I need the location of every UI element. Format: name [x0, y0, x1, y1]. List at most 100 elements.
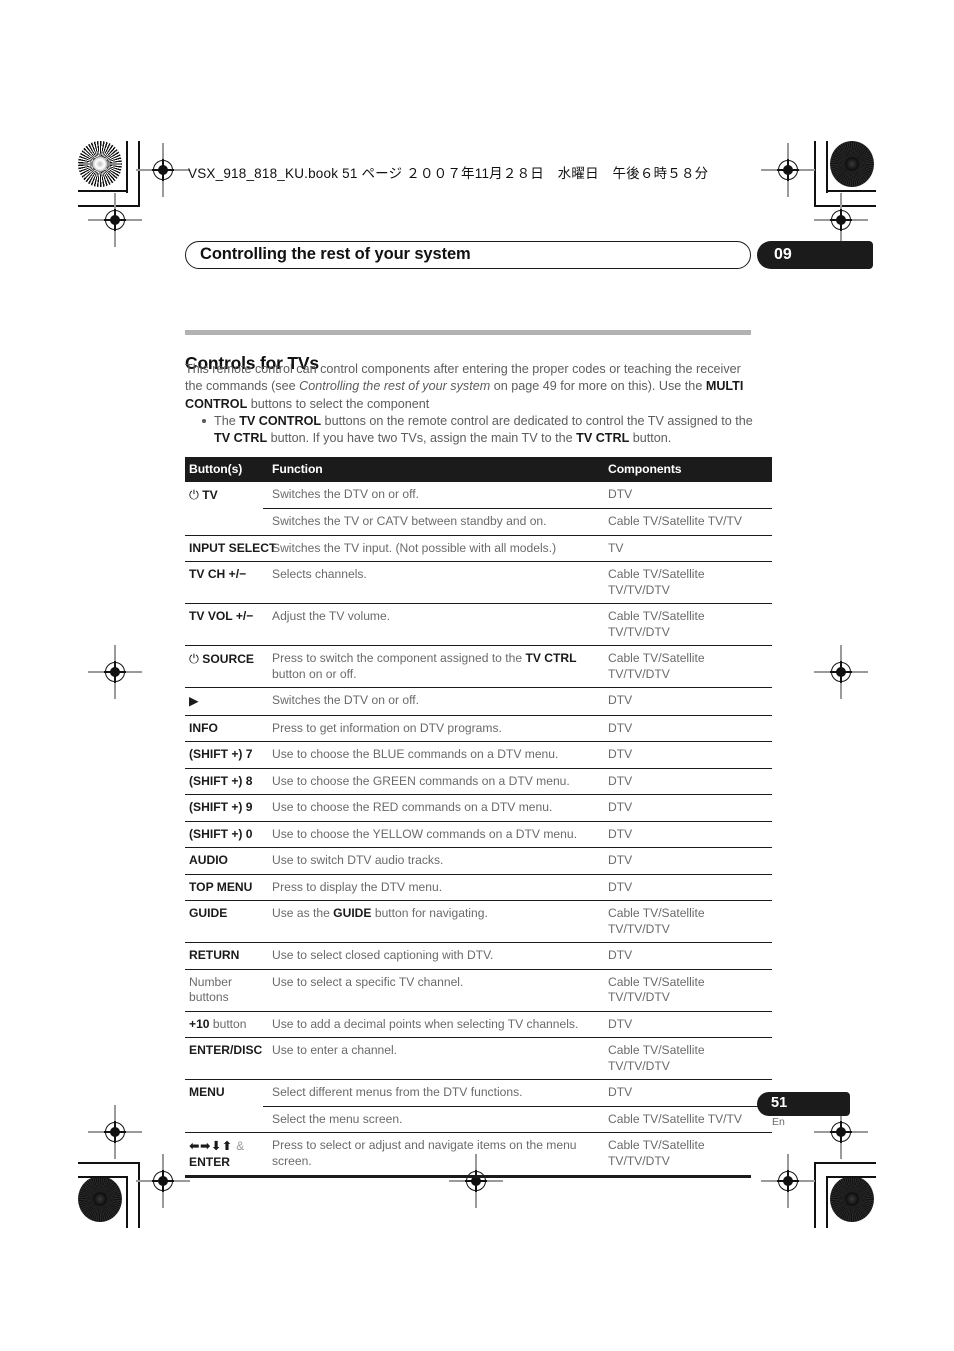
- registration-target-top-right: [761, 143, 815, 197]
- chapter-number-pill: 09: [757, 241, 873, 269]
- page-number-pill: 51: [757, 1092, 850, 1116]
- table-row: (SHIFT +) 0 Use to choose the YELLOW comm…: [185, 820, 772, 848]
- table-body: ⏻ TV Switches the DTV on or off. DTV Switc…: [185, 481, 772, 1175]
- table-row: ⏻ TV Switches the DTV on or off. DTV: [185, 481, 772, 509]
- tv-controls-table: Button(s) Function Components ⏻ TV Switch…: [185, 457, 772, 1175]
- chapter-title: Controlling the rest of your system: [200, 245, 471, 263]
- chapter-number: 09: [774, 246, 792, 263]
- cell-function: Press to get information on DTV programs…: [263, 714, 600, 742]
- cell-function: Switches the TV or CATV between standby …: [263, 508, 600, 535]
- column-header-function: Function: [263, 457, 600, 482]
- cell-components: DTV: [600, 1010, 772, 1038]
- cell-components: DTV: [600, 767, 772, 795]
- cell-components: Cable TV/Satellite TV/TV/DTV: [600, 1037, 772, 1080]
- table-row: +10 button Use to add a decimal points wh…: [185, 1010, 772, 1038]
- table-bottom-rule: [185, 1175, 751, 1178]
- cell-button: (SHIFT +) 7: [185, 741, 263, 768]
- crop-mark-br-h: [826, 1176, 876, 1178]
- bullet-text: The TV CONTROL buttons on the remote con…: [214, 414, 753, 446]
- table-row: ⬅➡⬇⬆ & ENTER Press to select or adjust and…: [185, 1132, 772, 1175]
- cell-function: Use to enter a channel.: [263, 1037, 600, 1080]
- crop-mark-br-v2: [814, 1162, 816, 1228]
- cell-function: Press to display the DTV menu.: [263, 873, 600, 901]
- cell-button: AUDIO: [185, 847, 263, 874]
- crop-mark-br-h2: [814, 1162, 876, 1164]
- cell-components: Cable TV/Satellite TV/TV/DTV: [600, 968, 772, 1011]
- cell-function: Press to switch the component assigned t…: [263, 645, 600, 688]
- cell-function: Select different menus from the DTV func…: [263, 1079, 600, 1106]
- cell-components: DTV: [600, 847, 772, 874]
- cell-components: DTV: [600, 687, 772, 715]
- table-row: Select the menu screen. Cable TV/Satellit…: [185, 1105, 772, 1133]
- crop-mark-tr-v2: [814, 141, 816, 207]
- cell-button: ⏻ SOURCE: [185, 645, 263, 688]
- cell-button: ENTER/DISC: [185, 1037, 263, 1080]
- cell-button: INFO: [185, 714, 263, 742]
- cell-button: RETURN: [185, 942, 263, 969]
- cell-components: DTV: [600, 714, 772, 742]
- cell-components: DTV: [600, 942, 772, 969]
- table-row: ⏻ SOURCE Press to switch the component as…: [185, 645, 772, 688]
- cell-function: Use to choose the YELLOW commands on a D…: [263, 820, 600, 848]
- cell-function: Switches the DTV on or off.: [263, 481, 600, 509]
- cell-button: TV VOL +/−: [185, 603, 263, 646]
- section-intro-paragraph: This remote control can control componen…: [185, 362, 744, 411]
- corner-rosette-top-right: [830, 141, 874, 187]
- registration-target-bottom-right: [761, 1154, 815, 1208]
- table-row: MENU Select different menus from the DTV …: [185, 1079, 772, 1106]
- print-file-header: VSX_918_818_KU.book 51 ページ ２００７年11月２８日 水…: [188, 166, 709, 181]
- section-bullet-list: The TV CONTROL buttons on the remote con…: [200, 413, 756, 448]
- crop-mark-tr-v: [826, 141, 828, 193]
- cell-function: Switches the DTV on or off.: [263, 687, 600, 715]
- cell-components: Cable TV/Satellite TV/TV/DTV: [600, 1132, 772, 1175]
- cell-function: Use to select closed captioning with DTV…: [263, 942, 600, 969]
- registration-target-top-left: [136, 143, 190, 197]
- cell-button: (SHIFT +) 0: [185, 820, 263, 848]
- cell-button: MENU: [185, 1079, 263, 1106]
- table-row: TV CH +/− Selects channels. Cable TV/Satel…: [185, 561, 772, 604]
- crop-mark-tl-h: [78, 190, 128, 192]
- cell-components: DTV: [600, 873, 772, 901]
- cell-button: ⬅➡⬇⬆ & ENTER: [185, 1132, 263, 1175]
- list-item: The TV CONTROL buttons on the remote con…: [200, 413, 756, 448]
- cell-function: Selects channels.: [263, 561, 600, 604]
- cell-components: Cable TV/Satellite TV/TV/DTV: [600, 561, 772, 604]
- cell-components: DTV: [600, 820, 772, 848]
- cell-button: (SHIFT +) 8: [185, 767, 263, 795]
- cell-function: Use to switch DTV audio tracks.: [263, 847, 600, 874]
- cell-button: ▶: [185, 687, 263, 715]
- table-row: INPUT SELECT Switches the TV input. (Not …: [185, 534, 772, 562]
- crop-mark-tr-h2: [814, 205, 876, 207]
- registration-target-lower-left: [88, 1105, 142, 1159]
- table-row: ▶ Switches the DTV on or off. DTV: [185, 687, 772, 715]
- table-row: Number buttons Use to select a specific TV…: [185, 968, 772, 1011]
- cell-button: Number buttons: [185, 968, 263, 1011]
- cell-components: Cable TV/Satellite TV/TV: [600, 1105, 772, 1133]
- cell-function: Use to choose the BLUE commands on a DTV…: [263, 741, 600, 768]
- table-row: (SHIFT +) 7 Use to choose the BLUE comman…: [185, 741, 772, 768]
- crop-mark-tl-v2: [138, 141, 140, 207]
- cell-components: DTV: [600, 481, 772, 509]
- cell-button: INPUT SELECT: [185, 534, 276, 562]
- table-row: INFO Press to get information on DTV prog…: [185, 714, 772, 742]
- crop-mark-tr-h: [826, 190, 876, 192]
- table-row: AUDIO Use to switch DTV audio tracks. DTV: [185, 847, 772, 874]
- cell-components: Cable TV/Satellite TV/TV/DTV: [600, 603, 772, 646]
- cell-button: ⏻ TV: [185, 481, 263, 509]
- page-language-code: En: [772, 1116, 785, 1128]
- cell-button: TOP MENU: [185, 873, 263, 901]
- corner-rosette-bottom-left: [78, 1176, 122, 1222]
- cell-function: Use to select a specific TV channel.: [263, 968, 600, 1011]
- table-row: (SHIFT +) 8 Use to choose the GREEN comma…: [185, 767, 772, 795]
- cell-button: +10 button: [185, 1010, 263, 1038]
- registration-target-upper-right: [814, 193, 868, 247]
- crop-mark-bl-v2: [138, 1162, 140, 1228]
- cell-components: TV: [600, 534, 772, 562]
- crop-mark-bl-v: [126, 1176, 128, 1228]
- table-row: TV VOL +/− Adjust the TV volume. Cable TV/…: [185, 603, 772, 646]
- table-row: GUIDE Use as the GUIDE button for navigat…: [185, 900, 772, 943]
- registration-target-middle-left: [88, 645, 142, 699]
- cell-button: [185, 1106, 263, 1133]
- cell-function: Use to choose the RED commands on a DTV …: [263, 794, 600, 821]
- cell-function: Press to select or adjust and navigate i…: [263, 1132, 600, 1175]
